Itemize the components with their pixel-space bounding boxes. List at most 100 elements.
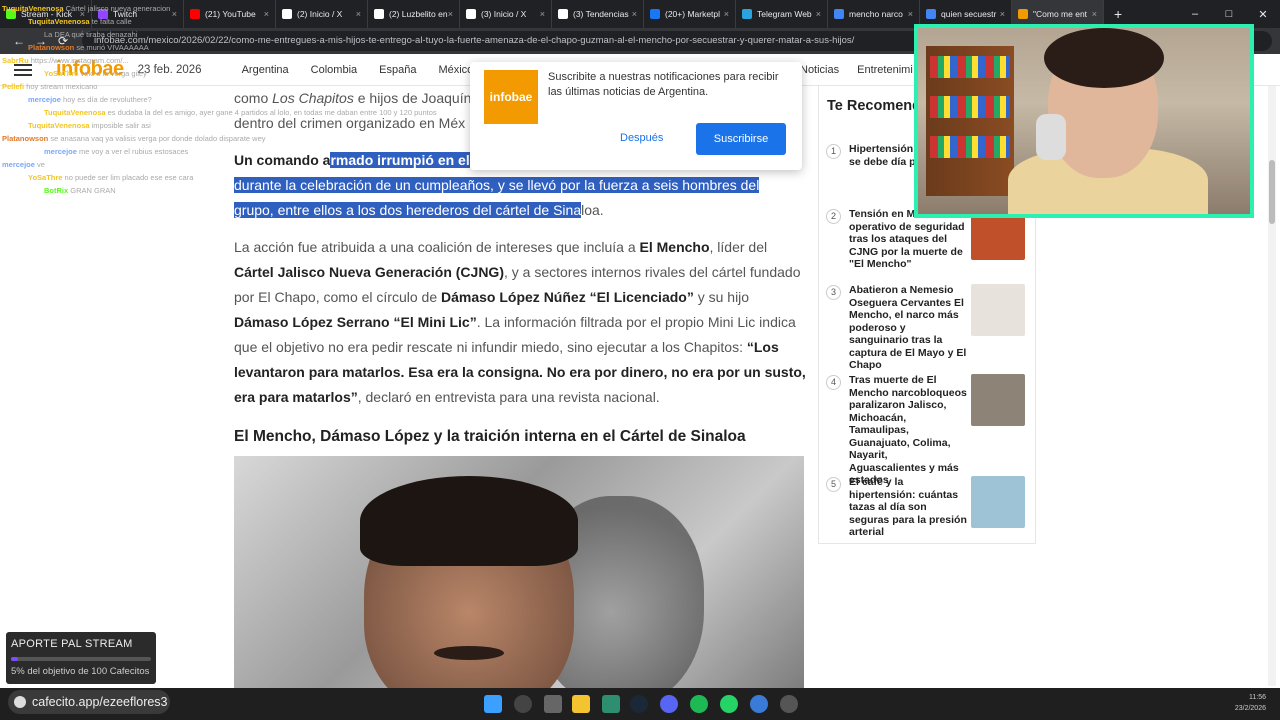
close-tab-icon[interactable]: ×: [816, 9, 821, 19]
browser-tab[interactable]: (3) Tendencias ×: [552, 0, 644, 28]
donation-goal-widget: APORTE PAL STREAM 5% del objetivo de 100…: [6, 632, 156, 684]
item-headline[interactable]: Tras muerte de El Mencho narcobloqueos p…: [849, 374, 967, 487]
donation-status: 5% del objetivo de 100 Cafecitos: [11, 666, 150, 677]
tab-favicon-icon: [282, 9, 292, 19]
chat-username: mercejoe: [44, 147, 77, 156]
windows-start-icon[interactable]: [484, 695, 502, 713]
section-heading: El Mencho, Dámaso López y la traición in…: [234, 428, 746, 445]
chat-text: La DEA qué tiraba denazahi: [44, 30, 138, 39]
search-icon[interactable]: [514, 695, 532, 713]
chat-username: Platanowson: [2, 134, 49, 143]
item-headline[interactable]: Abatieron a Nemesio Oseguera Cervantes E…: [849, 284, 967, 372]
chat-message: TuquitaVenenosa imposible salir asi: [28, 121, 151, 130]
browser-tab[interactable]: Telegram Web ×: [736, 0, 828, 28]
chat-username: TuquitaVenenosa: [44, 108, 106, 117]
tab-favicon-icon: [742, 9, 752, 19]
browser-tab[interactable]: (2) Inicio / X ×: [276, 0, 368, 28]
tab-favicon-icon: [1018, 9, 1028, 19]
nav-link[interactable]: Entretenimi: [857, 64, 913, 76]
chat-text: https://www.instagram.com/...: [30, 56, 129, 65]
chat-text: Cártel jalisco nueva generacion: [65, 4, 171, 13]
chat-message: TuquitaVenenosa es dudaba la del es amig…: [44, 108, 437, 117]
whatsapp-icon[interactable]: [720, 695, 738, 713]
settings-icon[interactable]: [780, 695, 798, 713]
close-tab-icon[interactable]: ×: [540, 9, 545, 19]
spotify-icon[interactable]: [690, 695, 708, 713]
browser-tab[interactable]: (20+) Marketpl ×: [644, 0, 736, 28]
tab-favicon-icon: [650, 9, 660, 19]
chat-message: Platanowson se murió VIVAAAAAA: [28, 43, 149, 52]
nav-link[interactable]: Noticias: [800, 64, 839, 76]
tab-favicon-icon: [558, 9, 568, 19]
app-icon[interactable]: [750, 695, 768, 713]
subscribe-button[interactable]: Suscribirse: [696, 123, 786, 155]
nav-link[interactable]: España: [379, 64, 416, 76]
chat-message: mercejoe ve: [2, 160, 45, 169]
close-tab-icon[interactable]: ×: [1092, 9, 1097, 19]
chat-message: Pellefi hoy stream mexicano: [2, 82, 97, 91]
tab-label: (2) Inicio / X: [297, 9, 343, 19]
page-scrollbar[interactable]: [1268, 86, 1276, 686]
chat-message: mercejoe me voy a ver el rubius estosace…: [44, 147, 188, 156]
paragraph: La acción fue atribuida a una coalición …: [234, 239, 806, 405]
close-tab-icon[interactable]: ×: [264, 9, 269, 19]
chat-username: mercejoe: [28, 95, 61, 104]
chat-text: ve: [37, 160, 45, 169]
chat-text: se anasana vaq ya valisis verga por dond…: [50, 134, 266, 143]
item-thumbnail[interactable]: [971, 476, 1025, 528]
close-tab-icon[interactable]: ×: [1000, 9, 1005, 19]
chat-text: veio a la verga giley: [80, 69, 147, 78]
later-button[interactable]: Después: [620, 132, 663, 144]
chat-username: Platanowson: [28, 43, 75, 52]
close-tab-icon[interactable]: ×: [632, 9, 637, 19]
chat-text: se murió VIVAAAAAA: [76, 43, 149, 52]
item-thumbnail[interactable]: [971, 374, 1025, 426]
maximize-icon[interactable]: □: [1212, 8, 1246, 20]
steam-icon[interactable]: [630, 695, 648, 713]
tab-label: (3) Tendencias: [573, 9, 629, 19]
country-nav: Argentina Colombia España México: [242, 64, 496, 76]
recommended-item[interactable]: 5 El café y la hipertensión: cuántas taza…: [826, 476, 1032, 539]
chat-text: no puede ser lim placado ese ese cara: [64, 173, 194, 182]
nav-link[interactable]: México: [438, 64, 473, 76]
chat-username: YoSaThre: [44, 69, 79, 78]
system-clock: 11:56 23/2/2026: [1234, 694, 1266, 712]
close-tab-icon[interactable]: ×: [908, 9, 913, 19]
article-image: [234, 456, 804, 690]
infobae-logo: infobae: [484, 70, 538, 124]
browser-tab[interactable]: (3) Inicio / X ×: [460, 0, 552, 28]
chat-message: mercejoe hoy es día de revoluthere?: [28, 95, 152, 104]
chat-username: YoSaThre: [28, 173, 63, 182]
chat-text: te falta calle: [91, 17, 132, 26]
recommended-item[interactable]: 4 Tras muerte de El Mencho narcobloqueos …: [826, 374, 1032, 487]
nav-link[interactable]: Colombia: [311, 64, 357, 76]
webcam-overlay: [914, 24, 1254, 218]
new-tab-button[interactable]: +: [1114, 6, 1122, 22]
file-explorer-icon[interactable]: [572, 695, 590, 713]
tab-label: (3) Inicio / X: [481, 9, 527, 19]
recommended-item[interactable]: 3 Abatieron a Nemesio Oseguera Cervantes …: [826, 284, 1032, 372]
tab-label: mencho narco: [849, 9, 903, 19]
item-number: 4: [826, 375, 841, 390]
chat-username: TuquitaVenenosa: [28, 17, 90, 26]
close-window-icon[interactable]: ✕: [1246, 8, 1280, 21]
browser-icon[interactable]: [602, 695, 620, 713]
chat-message: La DEA qué tiraba denazahi: [44, 30, 137, 39]
chat-username: mercejoe: [2, 160, 35, 169]
cafecito-link-overlay: cafecito.app/ezeeflores3: [8, 690, 170, 714]
chat-text: me voy a ver el rubius estosaces: [79, 147, 189, 156]
item-thumbnail[interactable]: [971, 284, 1025, 336]
minimize-icon[interactable]: –: [1178, 8, 1212, 20]
item-number: 1: [826, 144, 841, 159]
item-headline[interactable]: El café y la hipertensión: cuántas tazas…: [849, 476, 967, 539]
browser-tab[interactable]: mencho narco ×: [828, 0, 920, 28]
close-tab-icon[interactable]: ×: [448, 9, 453, 19]
discord-icon[interactable]: [660, 695, 678, 713]
chat-username: Pellefi: [2, 82, 25, 91]
browser-tab[interactable]: (2) Luzbelito en ×: [368, 0, 460, 28]
chat-text: hoy es día de revoluthere?: [63, 95, 152, 104]
task-view-icon[interactable]: [544, 695, 562, 713]
chat-username: TuquitaVenenosa: [28, 121, 90, 130]
close-tab-icon[interactable]: ×: [356, 9, 361, 19]
close-tab-icon[interactable]: ×: [724, 9, 729, 19]
